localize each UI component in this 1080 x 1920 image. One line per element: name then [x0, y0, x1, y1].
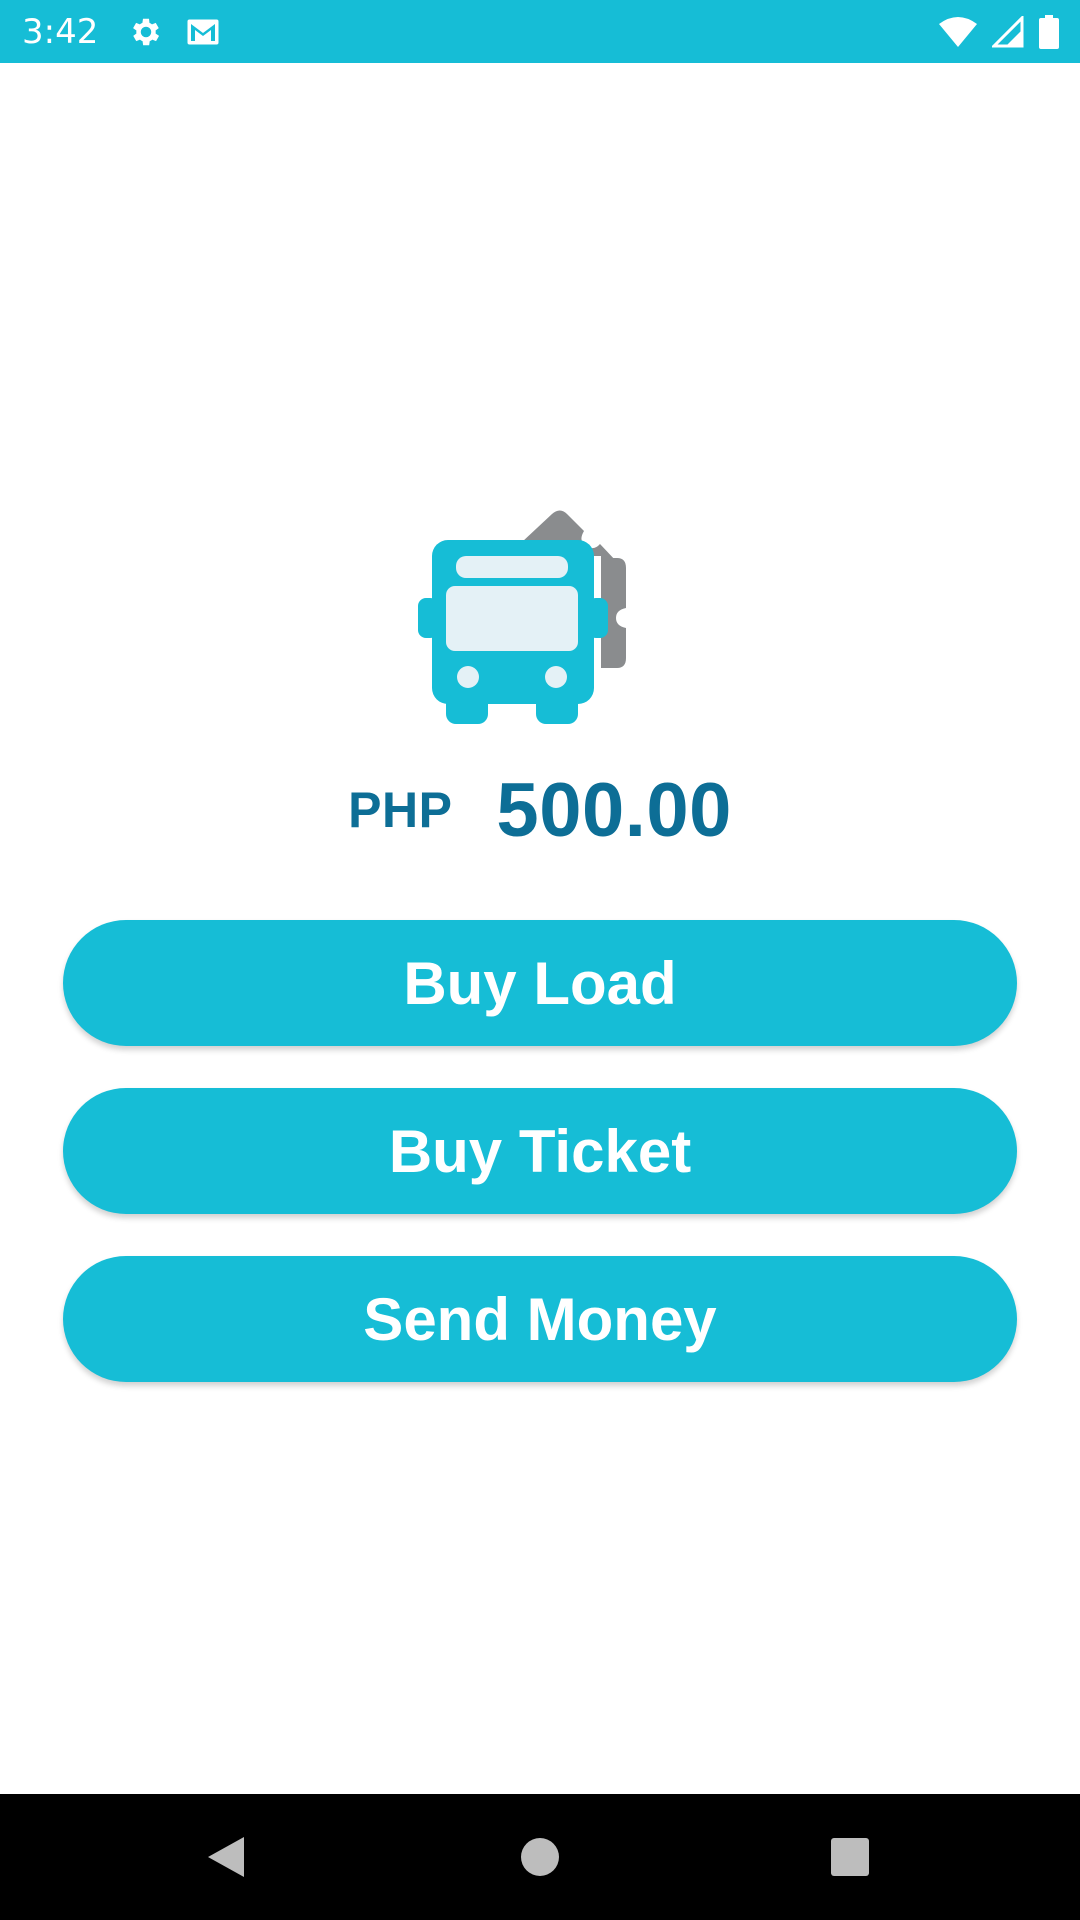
bus-ticket-icon — [414, 480, 670, 736]
home-icon — [521, 1838, 559, 1876]
status-time: 3:42 — [22, 11, 99, 52]
wifi-icon — [938, 16, 978, 48]
gear-icon — [128, 14, 164, 50]
balance-display: PHP 500.00 — [0, 768, 1080, 853]
balance-currency: PHP — [348, 782, 453, 838]
home-button[interactable] — [470, 1794, 610, 1920]
balance-amount: 500.00 — [496, 767, 732, 853]
status-bar: 3:42 — [0, 0, 1080, 63]
gmail-icon — [186, 18, 220, 46]
back-icon — [208, 1837, 244, 1877]
buy-ticket-button[interactable]: Buy Ticket — [63, 1088, 1017, 1214]
status-left: 3:42 — [22, 14, 220, 50]
signal-icon — [992, 15, 1024, 48]
buy-load-button[interactable]: Buy Load — [63, 920, 1017, 1046]
status-right — [938, 14, 1060, 49]
send-money-button[interactable]: Send Money — [63, 1256, 1017, 1382]
recents-icon — [831, 1838, 869, 1876]
back-button[interactable] — [156, 1794, 296, 1920]
battery-icon — [1038, 14, 1060, 49]
recents-button[interactable] — [780, 1794, 920, 1920]
navigation-bar — [0, 1794, 1080, 1920]
screen: 3:42 PHP 500.00 Buy Load Buy Ticket Send… — [0, 0, 1080, 1920]
